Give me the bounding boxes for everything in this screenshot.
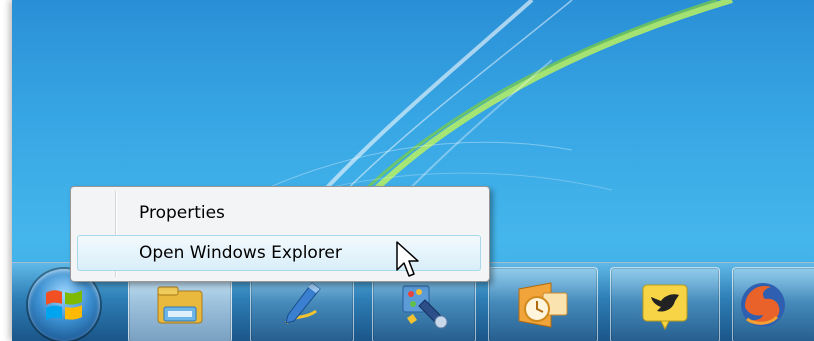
windows-explorer-icon	[157, 286, 203, 324]
taskbar-button-outlook[interactable]	[488, 267, 598, 341]
jump-list-menu: Properties Open Windows Explorer	[70, 186, 490, 282]
taskbar-button-firefox[interactable]	[732, 267, 814, 341]
outlook-icon	[518, 282, 568, 328]
paint-tools-icon	[402, 285, 448, 329]
taskbar-button-tweetdeck[interactable]	[610, 267, 720, 341]
windows-journal-icon	[284, 282, 321, 325]
desktop: Properties Open Windows Explorer	[12, 0, 814, 341]
windows-logo-icon	[46, 290, 82, 320]
tweetdeck-bird-icon	[642, 284, 688, 331]
mouse-cursor-icon	[396, 241, 419, 277]
firefox-icon	[741, 283, 785, 327]
menu-item-properties[interactable]: Properties	[77, 195, 481, 231]
